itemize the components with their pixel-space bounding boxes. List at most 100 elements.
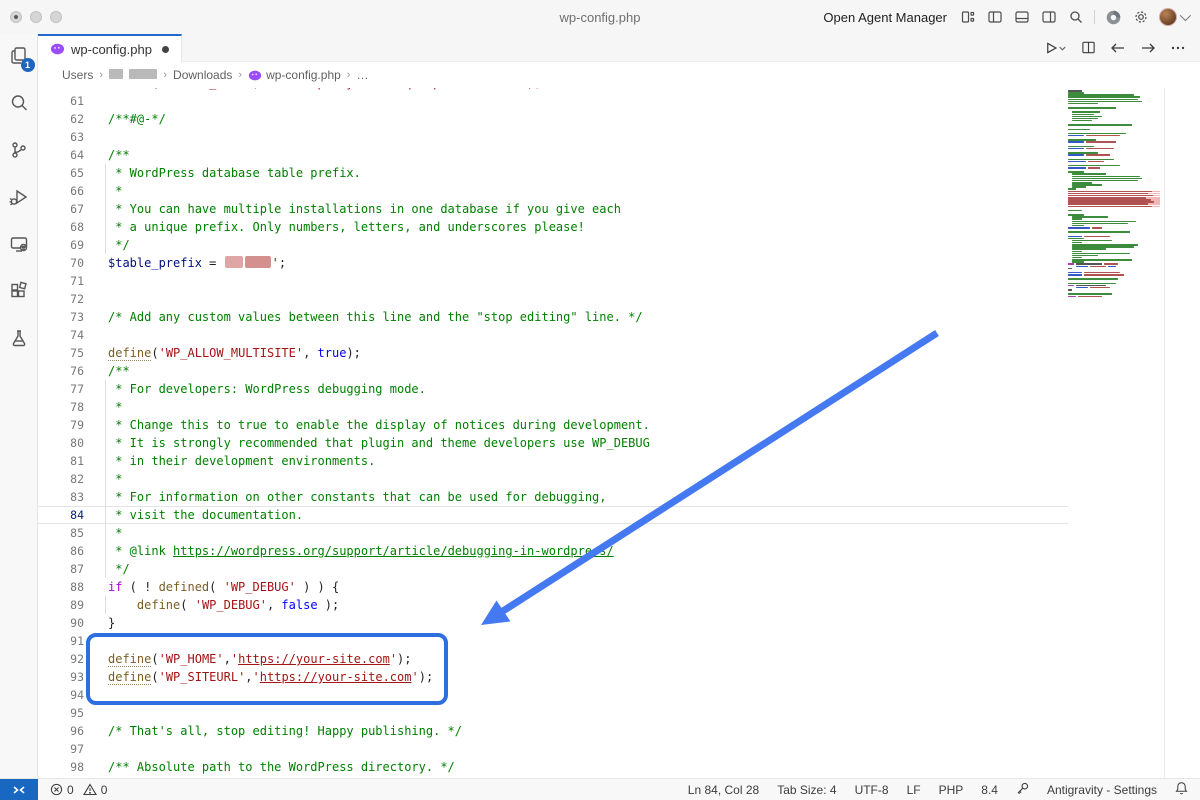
line-number[interactable]: 79 — [38, 416, 92, 434]
account-menu[interactable] — [1159, 8, 1188, 26]
source-control-icon[interactable] — [7, 138, 31, 162]
code-line[interactable]: 73/* Add any custom values between this … — [38, 308, 1068, 326]
line-number[interactable]: 95 — [38, 704, 92, 722]
gear-icon[interactable] — [1132, 9, 1149, 26]
code-line[interactable]: 96/* That's all, stop editing! Happy pub… — [38, 722, 1068, 740]
line-number[interactable]: 86 — [38, 542, 92, 560]
toggle-panel-bottom-icon[interactable] — [1013, 9, 1030, 26]
line-number[interactable]: 76 — [38, 362, 92, 380]
breadcrumb-item-symbol[interactable]: … — [356, 68, 368, 82]
code-line[interactable]: 74 — [38, 326, 1068, 344]
line-number[interactable]: 91 — [38, 632, 92, 650]
mode-indicator[interactable]: Antigravity - Settings — [1047, 783, 1157, 797]
code-line[interactable]: 78 * — [38, 398, 1068, 416]
code-line[interactable]: 66 * — [38, 182, 1068, 200]
run-debug-icon[interactable] — [7, 185, 31, 209]
line-number[interactable]: 81 — [38, 452, 92, 470]
code-line[interactable]: 98/** Absolute path to the WordPress dir… — [38, 758, 1068, 776]
code-line[interactable]: 61 — [38, 92, 1068, 110]
line-number[interactable]: 63 — [38, 128, 92, 146]
line-number[interactable]: 73 — [38, 308, 92, 326]
code-line[interactable]: 90} — [38, 614, 1068, 632]
toggle-panel-right-icon[interactable] — [1040, 9, 1057, 26]
breadcrumb-item-users[interactable]: Users — [62, 68, 93, 82]
errors-indicator[interactable]: 0 — [48, 783, 76, 797]
layout-grid-icon[interactable] — [959, 9, 976, 26]
line-number[interactable]: 94 — [38, 686, 92, 704]
breadcrumb-item-file[interactable]: wp-config.php — [248, 68, 341, 82]
line-number[interactable]: 68 — [38, 218, 92, 236]
line-number[interactable]: 70 — [38, 254, 92, 272]
code-editor[interactable]: 60define( 'NONCE_SALT', 'put your unique… — [38, 88, 1200, 778]
cursor-position[interactable]: Ln 84, Col 28 — [688, 783, 759, 797]
code-line[interactable]: 75define('WP_ALLOW_MULTISITE', true); — [38, 344, 1068, 362]
line-number[interactable]: 78 — [38, 398, 92, 416]
code-line[interactable]: 71 — [38, 272, 1068, 290]
code-line[interactable]: 64/** — [38, 146, 1068, 164]
line-number[interactable]: 67 — [38, 200, 92, 218]
code-line[interactable]: 76/** — [38, 362, 1068, 380]
code-line[interactable]: 70$table_prefix = '; — [38, 254, 1068, 272]
warnings-indicator[interactable]: 0 — [81, 783, 110, 797]
minimap[interactable] — [1068, 90, 1160, 298]
code-line[interactable]: 62/**#@-*/ — [38, 110, 1068, 128]
line-number[interactable]: 75 — [38, 344, 92, 362]
encoding-indicator[interactable]: UTF-8 — [855, 783, 889, 797]
close-window-button[interactable] — [10, 11, 22, 23]
line-number[interactable]: 69 — [38, 236, 92, 254]
line-number[interactable]: 85 — [38, 524, 92, 542]
navigate-back-button[interactable] — [1110, 41, 1126, 55]
code-line[interactable]: 72 — [38, 290, 1068, 308]
code-line[interactable]: 63 — [38, 128, 1068, 146]
modified-dot-icon[interactable] — [162, 46, 169, 53]
code-line[interactable]: 68 * a unique prefix. Only numbers, lett… — [38, 218, 1068, 236]
code-line[interactable]: 89 define( 'WP_DEBUG', false ); — [38, 596, 1068, 614]
browser-icon[interactable] — [1105, 9, 1122, 26]
line-number[interactable]: 83 — [38, 488, 92, 506]
maximize-window-button[interactable] — [50, 11, 62, 23]
code-line[interactable]: 86 * @link https://wordpress.org/support… — [38, 542, 1068, 560]
code-line[interactable]: 87 */ — [38, 560, 1068, 578]
toggle-panel-left-icon[interactable] — [986, 9, 1003, 26]
line-number[interactable]: 82 — [38, 470, 92, 488]
line-number[interactable]: 87 — [38, 560, 92, 578]
tab-wp-config[interactable]: wp-config.php — [38, 34, 182, 62]
code-line[interactable]: 81 * in their development environments. — [38, 452, 1068, 470]
code-line[interactable]: 82 * — [38, 470, 1068, 488]
line-number[interactable]: 80 — [38, 434, 92, 452]
minimize-window-button[interactable] — [30, 11, 42, 23]
line-number[interactable]: 71 — [38, 272, 92, 290]
php-version-indicator[interactable]: 8.4 — [981, 783, 998, 797]
extensions-icon[interactable] — [7, 279, 31, 303]
code-line[interactable]: 97 — [38, 740, 1068, 758]
line-number[interactable]: 64 — [38, 146, 92, 164]
code-line[interactable]: 65 * WordPress database table prefix. — [38, 164, 1068, 182]
code-line[interactable]: 79 * Change this to true to enable the d… — [38, 416, 1068, 434]
testing-beaker-icon[interactable] — [7, 326, 31, 350]
code-line[interactable]: 84 * visit the documentation. — [38, 506, 1068, 524]
line-number[interactable]: 97 — [38, 740, 92, 758]
more-actions-button[interactable] — [1170, 41, 1186, 55]
line-number[interactable]: 74 — [38, 326, 92, 344]
line-number[interactable]: 93 — [38, 668, 92, 686]
code-line[interactable]: 69 */ — [38, 236, 1068, 254]
breadcrumb-item-downloads[interactable]: Downloads — [173, 68, 232, 82]
line-number[interactable]: 90 — [38, 614, 92, 632]
eol-indicator[interactable]: LF — [907, 783, 921, 797]
code-line[interactable]: 77 * For developers: WordPress debugging… — [38, 380, 1068, 398]
notifications-bell-icon[interactable] — [1175, 781, 1188, 798]
code-line[interactable]: 85 * — [38, 524, 1068, 542]
line-number[interactable]: 84 — [38, 506, 92, 524]
code-line[interactable]: 88if ( ! defined( 'WP_DEBUG' ) ) { — [38, 578, 1068, 596]
line-number[interactable]: 89 — [38, 596, 92, 614]
tab-size-indicator[interactable]: Tab Size: 4 — [777, 783, 836, 797]
code-line[interactable]: 95 — [38, 704, 1068, 722]
open-agent-manager-button[interactable]: Open Agent Manager — [823, 10, 947, 25]
language-indicator[interactable]: PHP — [939, 783, 964, 797]
line-number[interactable]: 61 — [38, 92, 92, 110]
line-number[interactable]: 72 — [38, 290, 92, 308]
line-number[interactable]: 65 — [38, 164, 92, 182]
breadcrumb-item-redacted[interactable] — [109, 68, 157, 82]
run-button[interactable] — [1045, 41, 1067, 55]
search-sidebar-icon[interactable] — [7, 91, 31, 115]
